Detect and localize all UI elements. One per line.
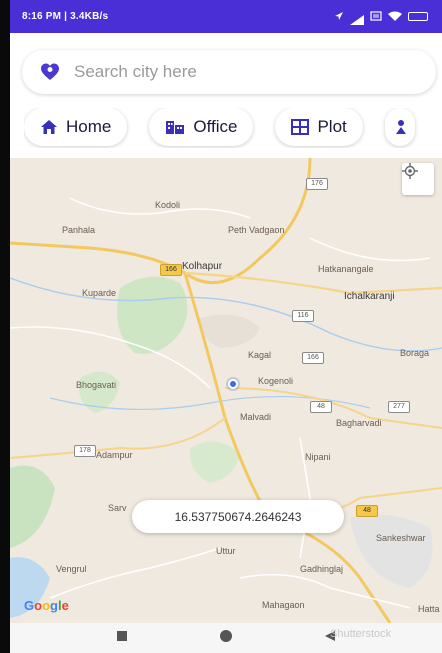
map-label-kodoli: Kodoli: [155, 200, 181, 210]
map-label-kogenoli: Kogenoli: [258, 376, 294, 386]
highway-shield: 48: [356, 505, 378, 517]
highway-shield: 277: [388, 401, 410, 413]
watermark: Shutterstock: [330, 628, 392, 640]
highway-shield: 48: [310, 401, 332, 413]
chip-home-label: Home: [66, 117, 112, 136]
map-label-nipani: Nipani: [305, 452, 331, 462]
office-building-icon: [165, 119, 185, 135]
map-label-boraga: Boraga: [400, 348, 430, 358]
map-label-uttur: Uttur: [216, 546, 236, 556]
status-bar: 8:16 PM | 3.4KB/s: [10, 0, 442, 33]
highway-shield: 176: [306, 178, 328, 190]
map-label-hattargi: Hatta: [418, 604, 440, 614]
map-label-adampur: Adampur: [96, 450, 133, 460]
map-label-gadhinglaj: Gadhinglaj: [300, 564, 344, 574]
wifi-icon: [388, 8, 402, 26]
status-time: 8:16 PM | 3.4KB/s: [22, 11, 109, 22]
sim-icon: [370, 8, 382, 26]
screen-edge: [0, 0, 10, 653]
map-label-bagharvadi: Bagharvadi: [336, 418, 382, 428]
chip-more[interactable]: [384, 108, 415, 146]
chip-plot[interactable]: Plot: [275, 108, 363, 146]
map-label-peth-vadgaon: Peth Vadgaon: [228, 225, 285, 235]
search-input[interactable]: [74, 62, 374, 82]
map-label-mahagaon: Mahagaon: [262, 600, 305, 610]
chip-office-label: Office: [193, 117, 238, 136]
signal-icon: [350, 12, 364, 25]
map-label-kuparde: Kuparde: [82, 288, 117, 298]
my-location-button[interactable]: [402, 163, 434, 195]
map-label-vengrul: Vengrul: [56, 564, 87, 574]
home-circle-icon: [219, 629, 233, 648]
gps-icon: [334, 8, 344, 26]
google-logo: Google: [24, 598, 69, 613]
battery-icon: [408, 12, 428, 21]
highway-shield: 178: [74, 445, 96, 457]
recents-icon: [116, 629, 128, 647]
app-screen: 8:16 PM | 3.4KB/s Search city here Home …: [0, 0, 442, 653]
map-label-malvadi: Malvadi: [240, 412, 272, 422]
highway-shield: 166: [302, 352, 324, 364]
map-label-ichalkaranji: Ichalkaranji: [344, 291, 395, 302]
chip-plot-label: Plot: [317, 117, 347, 136]
map-label-sankeshwar: Sankeshwar: [376, 533, 426, 543]
home-nav-button[interactable]: [211, 628, 241, 648]
map-label-sarvade: Sarv: [108, 503, 127, 513]
more-category-icon: [395, 119, 407, 135]
search-bar[interactable]: [22, 50, 436, 94]
map-label-panhala: Panhala: [62, 225, 96, 235]
map-view[interactable]: Kodoli Peth Vadgaon Panhala Kolhapur Hat…: [10, 158, 442, 623]
coordinate-readout: 16.537750674.2646243: [132, 500, 344, 533]
map-label-hatkanangale: Hatkanangale: [318, 264, 374, 274]
category-chips: Home Office Plot: [24, 108, 442, 148]
recent-apps-button[interactable]: [107, 628, 137, 648]
map-label-kolhapur: Kolhapur: [182, 261, 223, 272]
home-icon: [40, 119, 58, 135]
map-label-kagal: Kagal: [248, 350, 272, 360]
plot-grid-icon: [291, 119, 310, 135]
chip-home[interactable]: Home: [24, 108, 128, 146]
highway-shield: 166: [160, 264, 182, 276]
chip-office[interactable]: Office: [149, 108, 254, 146]
status-icons: [334, 8, 428, 26]
heart-location-icon: [40, 62, 60, 82]
highway-shield: 116: [292, 310, 314, 322]
current-location-marker: [228, 379, 238, 389]
map-label-bhogavati: Bhogavati: [76, 380, 117, 390]
